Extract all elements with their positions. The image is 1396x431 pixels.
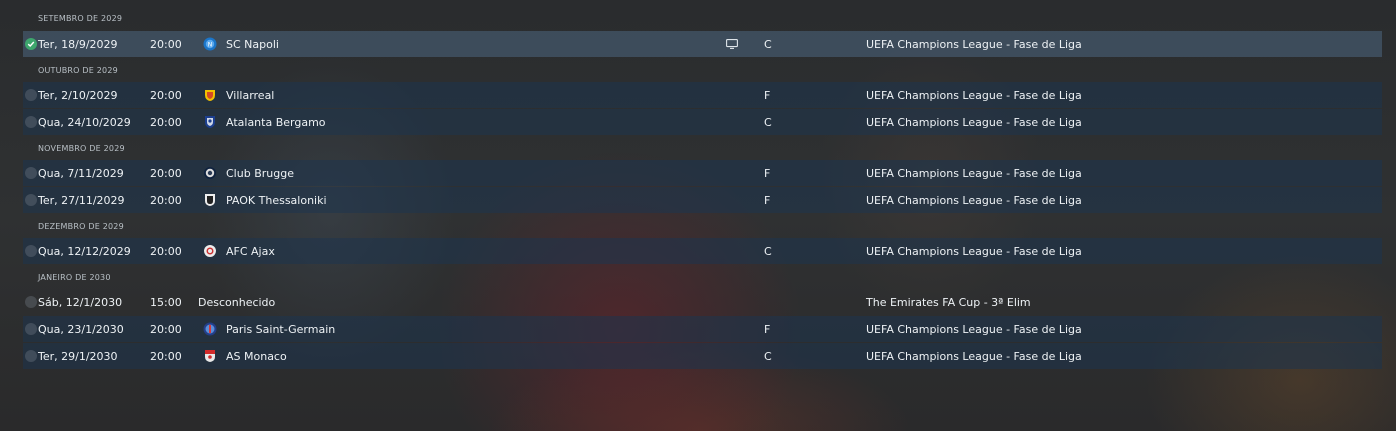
competition-name[interactable]: UEFA Champions League - Fase de Liga [866, 350, 1082, 363]
match-time: 15:00 [150, 295, 182, 309]
monaco-crest-icon [203, 349, 217, 363]
fixture-row[interactable]: Qua, 23/1/2030 20:00 Paris Saint-Germain F U… [23, 316, 1382, 342]
opponent-name[interactable]: AS Monaco [226, 350, 287, 363]
venue-indicator: F [764, 193, 771, 207]
napoli-crest-icon: N [203, 37, 217, 51]
venue-indicator: F [764, 88, 771, 102]
match-date: Qua, 7/11/2029 [38, 166, 124, 180]
tv-icon [726, 39, 738, 49]
status-circle-icon [25, 89, 37, 101]
opponent-name[interactable]: Villarreal [226, 89, 274, 102]
venue-indicator: C [764, 349, 772, 363]
psg-crest-icon [203, 322, 217, 336]
venue-indicator: C [764, 37, 772, 51]
match-date: Qua, 12/12/2029 [38, 244, 131, 258]
status-circle-icon [25, 167, 37, 179]
status-circle-icon [25, 296, 37, 308]
match-date: Ter, 2/10/2029 [38, 88, 118, 102]
status-circle-icon [25, 245, 37, 257]
fixture-row[interactable]: Ter, 2/10/2029 20:00 Villarreal F UEFA Champ… [23, 82, 1382, 108]
match-time: 20:00 [150, 37, 182, 51]
paok-crest-icon [203, 193, 217, 207]
match-time: 20:00 [150, 166, 182, 180]
status-circle-icon [25, 194, 37, 206]
match-date: Sáb, 12/1/2030 [38, 295, 123, 309]
month-header: JANEIRO DE 2030 [38, 272, 111, 282]
match-date: Ter, 27/11/2029 [38, 193, 125, 207]
fixture-row[interactable]: Ter, 18/9/2029 20:00 N SC Napoli C UEFA Champ… [23, 31, 1382, 57]
match-date: Ter, 18/9/2029 [38, 37, 118, 51]
month-header: DEZEMBRO DE 2029 [38, 221, 124, 231]
fixture-row[interactable]: Sáb, 12/1/2030 15:00 Desconhecido The Emira… [23, 289, 1382, 315]
match-time: 20:00 [150, 322, 182, 336]
match-date: Qua, 23/1/2030 [38, 322, 124, 336]
month-header: SETEMBRO DE 2029 [38, 14, 123, 23]
status-circle-icon [25, 323, 37, 335]
opponent-name[interactable]: PAOK Thessaloniki [226, 194, 327, 207]
opponent-name[interactable]: Club Brugge [226, 167, 294, 180]
fixture-row[interactable]: Ter, 27/11/2029 20:00 PAOK Thessaloniki F UE… [23, 187, 1382, 213]
status-circle-icon [25, 116, 37, 128]
competition-name[interactable]: UEFA Champions League - Fase de Liga [866, 116, 1082, 129]
opponent-name[interactable]: Atalanta Bergamo [226, 116, 326, 129]
opponent-name[interactable]: SC Napoli [226, 38, 279, 51]
opponent-name[interactable]: Paris Saint-Germain [226, 323, 335, 336]
month-header: NOVEMBRO DE 2029 [38, 143, 125, 153]
match-time: 20:00 [150, 193, 182, 207]
competition-name[interactable]: UEFA Champions League - Fase de Liga [866, 89, 1082, 102]
match-time: 20:00 [150, 349, 182, 363]
venue-indicator: C [764, 115, 772, 129]
svg-text:N: N [208, 42, 213, 49]
status-circle-icon [25, 350, 37, 362]
check-icon [25, 38, 37, 50]
competition-name[interactable]: UEFA Champions League - Fase de Liga [866, 167, 1082, 180]
atalanta-crest-icon [203, 115, 217, 129]
competition-name[interactable]: UEFA Champions League - Fase de Liga [866, 38, 1082, 51]
competition-name[interactable]: UEFA Champions League - Fase de Liga [866, 245, 1082, 258]
opponent-name[interactable]: Desconhecido [198, 296, 275, 309]
competition-name[interactable]: UEFA Champions League - Fase de Liga [866, 194, 1082, 207]
competition-name[interactable]: UEFA Champions League - Fase de Liga [866, 323, 1082, 336]
venue-indicator: C [764, 244, 772, 258]
club-brugge-crest-icon [203, 166, 217, 180]
match-time: 20:00 [150, 115, 182, 129]
villarreal-crest-icon [203, 88, 217, 102]
fixture-row[interactable]: Ter, 29/1/2030 20:00 AS Monaco C UEFA Champi… [23, 343, 1382, 369]
fixture-row[interactable]: Qua, 24/10/2029 20:00 Atalanta Bergamo C UEF… [23, 109, 1382, 135]
match-date: Ter, 29/1/2030 [38, 349, 118, 363]
ajax-crest-icon [203, 244, 217, 258]
venue-indicator: F [764, 322, 771, 336]
match-time: 20:00 [150, 244, 182, 258]
venue-indicator: F [764, 166, 771, 180]
match-date: Qua, 24/10/2029 [38, 115, 131, 129]
month-header: OUTUBRO DE 2029 [38, 65, 118, 75]
fixture-row[interactable]: Qua, 7/11/2029 20:00 Club Brugge F UEFA Cham… [23, 160, 1382, 186]
match-time: 20:00 [150, 88, 182, 102]
fixture-row[interactable]: Qua, 12/12/2029 20:00 AFC Ajax C UEFA Champi… [23, 238, 1382, 264]
fixture-list: SETEMBRO DE 2029 Ter, 18/9/2029 20:00 N SC N… [23, 6, 1382, 370]
opponent-name[interactable]: AFC Ajax [226, 245, 275, 258]
competition-name[interactable]: The Emirates FA Cup - 3ª Elim [866, 296, 1031, 309]
